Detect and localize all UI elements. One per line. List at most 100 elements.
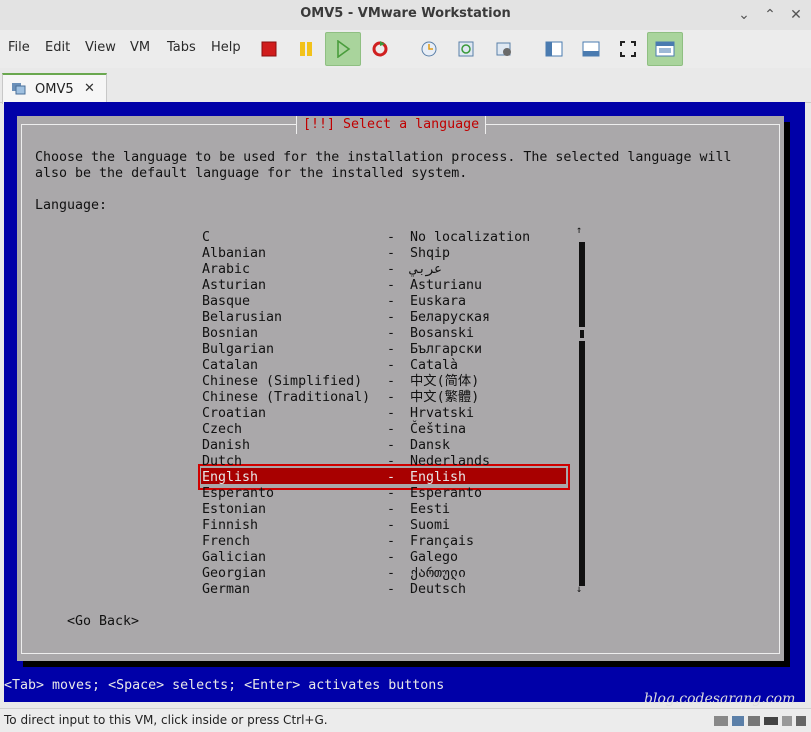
language-name: Bosnian: [202, 326, 259, 341]
language-native-name: Galego: [410, 550, 459, 565]
pause-icon[interactable]: [295, 38, 317, 60]
list-item[interactable]: Finnish - Suomi: [17, 518, 784, 534]
list-item[interactable]: Belarusian - Беларуская: [17, 310, 784, 326]
separator: -: [387, 550, 396, 565]
separator: -: [387, 230, 396, 245]
list-item[interactable]: Czech - Čeština: [17, 422, 784, 438]
list-item[interactable]: Basque - Euskara: [17, 294, 784, 310]
separator: -: [387, 534, 396, 549]
list-item[interactable]: C - No localization: [17, 230, 784, 246]
separator: -: [387, 326, 396, 341]
close-tab-icon[interactable]: ✕: [84, 81, 95, 96]
language-name: French: [202, 534, 251, 549]
scroll-up-arrow-icon[interactable]: ↑: [576, 223, 582, 239]
snapshot-manager-icon[interactable]: [493, 38, 515, 60]
language-native-name: ქართული: [410, 566, 467, 581]
separator: -: [387, 342, 396, 357]
unity-console-icon[interactable]: [647, 32, 683, 66]
language-name: English: [202, 470, 259, 485]
language-name: Croatian: [202, 406, 267, 421]
menu-edit[interactable]: Edit: [45, 40, 70, 55]
language-native-name: Asturianu: [410, 278, 483, 293]
list-item[interactable]: Esperanto - Esperanto: [17, 486, 784, 502]
separator: -: [387, 406, 396, 421]
language-native-name: Eesti: [410, 502, 451, 517]
language-native-name: English: [410, 470, 467, 485]
menu-file[interactable]: File: [8, 40, 30, 55]
list-item[interactable]: Georgian - ქართული: [17, 566, 784, 582]
status-bar: To direct input to this VM, click inside…: [0, 708, 811, 732]
separator: -: [387, 486, 396, 501]
language-name: Galician: [202, 550, 267, 565]
list-item[interactable]: Bosnian - Bosanski: [17, 326, 784, 342]
device-icons[interactable]: [714, 713, 806, 729]
language-name: Finnish: [202, 518, 259, 533]
snapshot-icon[interactable]: [418, 38, 440, 60]
separator: -: [387, 566, 396, 581]
revert-snapshot-icon[interactable]: [455, 38, 477, 60]
separator: -: [387, 454, 396, 469]
language-native-name: Français: [410, 534, 475, 549]
thumbnail-bar-icon[interactable]: [580, 38, 602, 60]
window-titlebar: OMV5 - VMware Workstation ⌄ ⌃ ✕: [0, 0, 811, 31]
separator: -: [387, 246, 396, 261]
maximize-icon[interactable]: ⌃: [759, 4, 781, 26]
list-item[interactable]: Asturian - Asturianu: [17, 278, 784, 294]
language-label: Language:: [35, 198, 108, 213]
language-name: Dutch: [202, 454, 243, 469]
list-item[interactable]: Danish - Dansk: [17, 438, 784, 454]
separator: -: [387, 518, 396, 533]
list-item[interactable]: Chinese (Traditional) - 中文(繁體): [17, 390, 784, 406]
menu-vm[interactable]: VM: [130, 40, 150, 55]
list-item[interactable]: French - Français: [17, 534, 784, 550]
go-back-button[interactable]: <Go Back>: [67, 614, 139, 630]
list-item[interactable]: Chinese (Simplified) - 中文(简体): [17, 374, 784, 390]
menu-tabs[interactable]: Tabs: [167, 40, 196, 55]
list-item[interactable]: German - Deutsch: [17, 582, 784, 598]
language-native-name: Hrvatski: [410, 406, 475, 421]
watermark-text: blog.codesarang.com: [644, 691, 796, 707]
fullscreen-icon[interactable]: [617, 38, 639, 60]
list-item[interactable]: Galician - Galego: [17, 550, 784, 566]
tab-bar: OMV5 ✕: [0, 70, 811, 104]
language-name: Estonian: [202, 502, 267, 517]
language-dialog: [!!] Select a language Choose the langua…: [17, 116, 784, 661]
menu-help[interactable]: Help: [211, 40, 241, 55]
language-native-name: Dansk: [410, 438, 451, 453]
separator: -: [387, 262, 396, 277]
window-title: OMV5 - VMware Workstation: [300, 6, 511, 21]
minimize-icon[interactable]: ⌄: [733, 4, 755, 26]
intro-line-1: Choose the language to be used for the i…: [35, 150, 732, 165]
list-scrollbar[interactable]: [579, 242, 585, 586]
power-off-icon[interactable]: [258, 38, 280, 60]
scrollbar-thumb[interactable]: [578, 327, 586, 341]
list-item[interactable]: Albanian - Shqip: [17, 246, 784, 262]
menu-view[interactable]: View: [85, 40, 116, 55]
language-name: Esperanto: [202, 486, 275, 501]
separator: -: [387, 374, 396, 389]
reset-icon[interactable]: [369, 38, 391, 60]
play-icon[interactable]: [325, 32, 361, 66]
list-item[interactable]: Catalan - Català: [17, 358, 784, 374]
list-item[interactable]: Arabic - عربي: [17, 262, 784, 278]
separator: -: [387, 582, 396, 597]
language-native-name: Suomi: [410, 518, 451, 533]
separator: -: [387, 294, 396, 309]
language-name: Chinese (Simplified): [202, 374, 363, 389]
list-item[interactable]: Dutch - Nederlands: [17, 454, 784, 470]
scroll-down-arrow-icon[interactable]: ↓: [576, 582, 582, 598]
list-item[interactable]: Bulgarian - Български: [17, 342, 784, 358]
sidebar-toggle-icon[interactable]: [543, 38, 565, 60]
language-native-name: Български: [410, 342, 483, 357]
language-name: Danish: [202, 438, 251, 453]
separator: -: [387, 470, 396, 485]
list-item[interactable]: Estonian - Eesti: [17, 502, 784, 518]
list-item[interactable]: Croatian - Hrvatski: [17, 406, 784, 422]
language-native-name: Shqip: [410, 246, 451, 261]
vm-console[interactable]: [!!] Select a language Choose the langua…: [4, 102, 805, 707]
list-item[interactable]: English - English: [17, 470, 784, 486]
tab-omv5[interactable]: OMV5 ✕: [2, 73, 107, 104]
dialog-title: [!!] Select a language: [296, 116, 487, 134]
close-window-icon[interactable]: ✕: [785, 4, 807, 26]
language-name: C: [202, 230, 211, 245]
